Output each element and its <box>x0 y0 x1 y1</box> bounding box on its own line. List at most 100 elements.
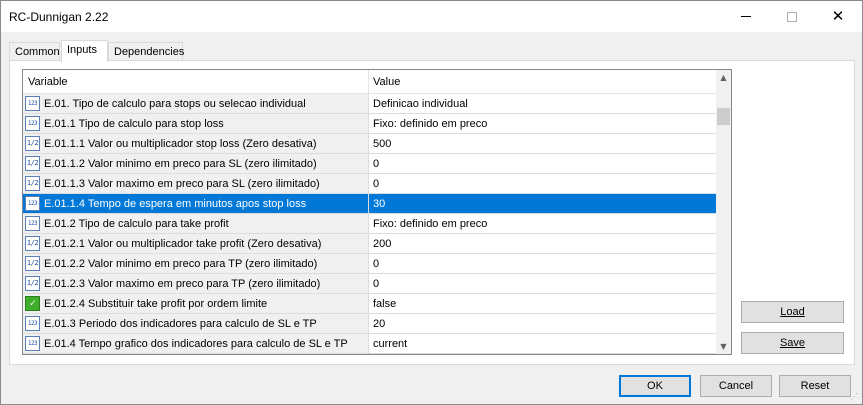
value-cell[interactable]: 0 <box>369 154 716 173</box>
variable-value[interactable]: 0 <box>373 278 379 290</box>
value-cell[interactable]: false <box>369 294 716 313</box>
integer-type-icon: 123 <box>25 216 40 231</box>
scroll-down-arrow-icon[interactable]: ▼ <box>716 339 731 354</box>
variable-cell[interactable]: 1/2 E.01.2.3 Valor maximo em preco para T… <box>23 274 369 293</box>
table-row[interactable]: 123 E.01.3 Periodo dos indicadores para c… <box>23 314 716 334</box>
column-header-variable[interactable]: Variable <box>28 76 68 88</box>
value-cell[interactable]: 30 <box>369 194 716 213</box>
variable-cell[interactable]: 123 E.01. Tipo de calculo para stops ou s… <box>23 94 369 113</box>
value-cell[interactable]: 200 <box>369 234 716 253</box>
column-header-value[interactable]: Value <box>373 76 400 88</box>
grid-header: Variable Value <box>23 70 716 94</box>
variable-value[interactable]: 0 <box>373 178 379 190</box>
table-row[interactable]: 123 E.01. Tipo de calculo para stops ou s… <box>23 94 716 114</box>
double-type-icon: 1/2 <box>25 156 40 171</box>
load-button-label: Load <box>780 306 805 318</box>
variable-cell[interactable]: 123 E.01.3 Periodo dos indicadores para c… <box>23 314 369 333</box>
cancel-button[interactable]: Cancel <box>700 375 772 397</box>
variable-value[interactable]: 200 <box>373 238 391 250</box>
variable-value[interactable]: 0 <box>373 158 379 170</box>
variable-value[interactable]: current <box>373 338 407 350</box>
table-row[interactable]: 1/2 E.01.1.1 Valor ou multiplicador stop … <box>23 134 716 154</box>
table-row[interactable]: 123 E.01.2 Tipo de calculo para take prof… <box>23 214 716 234</box>
close-button[interactable]: ✕ <box>815 1 861 32</box>
variable-cell[interactable]: 1/2 E.01.1.3 Valor maximo em preco para S… <box>23 174 369 193</box>
variable-cell[interactable]: ✓ E.01.2.4 Substituir take profit por ord… <box>23 294 369 313</box>
dialog-window: RC-Dunnigan 2.22 ✕ Common Inputs Depende… <box>0 0 863 405</box>
tab-common[interactable]: Common <box>9 42 60 61</box>
table-row[interactable]: 1/2 E.01.2.3 Valor maximo em preco para T… <box>23 274 716 294</box>
variable-name: E.01.2.4 Substituir take profit por orde… <box>44 298 268 310</box>
variable-cell[interactable]: 123 E.01.4 Tempo grafico dos indicadores … <box>23 334 369 353</box>
integer-type-icon: 123 <box>25 336 40 351</box>
table-row[interactable]: 123 E.01.1.4 Tempo de espera em minutos a… <box>23 194 716 214</box>
value-cell[interactable]: 20 <box>369 314 716 333</box>
variable-name: E.01.1.3 Valor maximo em preco para SL (… <box>44 178 320 190</box>
minimize-icon <box>741 16 751 17</box>
boolean-type-icon: ✓ <box>25 296 40 311</box>
variable-name: E.01.2.3 Valor maximo em preco para TP (… <box>44 278 321 290</box>
integer-type-icon: 123 <box>25 96 40 111</box>
resize-grip-icon[interactable]: ⋰ <box>850 392 861 403</box>
value-cell[interactable]: current <box>369 334 716 353</box>
ok-button[interactable]: OK <box>619 375 691 397</box>
save-button[interactable]: Save <box>741 332 844 354</box>
value-cell[interactable]: Fixo: definido em preco <box>369 214 716 233</box>
vertical-scrollbar[interactable]: ▲ ▼ <box>716 70 731 354</box>
value-cell[interactable]: 500 <box>369 134 716 153</box>
variable-cell[interactable]: 1/2 E.01.1.1 Valor ou multiplicador stop … <box>23 134 369 153</box>
scroll-thumb[interactable] <box>717 108 730 125</box>
variable-value[interactable]: Fixo: definido em preco <box>373 218 487 230</box>
inputs-grid: Variable Value 123 E.01. Tipo de calculo … <box>22 69 732 355</box>
table-row[interactable]: 1/2 E.01.2.1 Valor ou multiplicador take … <box>23 234 716 254</box>
maximize-icon <box>787 11 797 22</box>
variable-cell[interactable]: 123 E.01.2 Tipo de calculo para take prof… <box>23 214 369 233</box>
variable-name: E.01.1 Tipo de calculo para stop loss <box>44 118 224 130</box>
variable-value[interactable]: 500 <box>373 138 391 150</box>
variable-name: E.01. Tipo de calculo para stops ou sele… <box>44 98 306 110</box>
double-type-icon: 1/2 <box>25 256 40 271</box>
variable-name: E.01.3 Periodo dos indicadores para calc… <box>44 318 317 330</box>
variable-cell[interactable]: 1/2 E.01.1.2 Valor minimo em preco para S… <box>23 154 369 173</box>
value-cell[interactable]: Fixo: definido em preco <box>369 114 716 133</box>
table-row[interactable]: 1/2 E.01.2.2 Valor minimo em preco para T… <box>23 254 716 274</box>
variable-cell[interactable]: 1/2 E.01.2.2 Valor minimo em preco para T… <box>23 254 369 273</box>
table-row[interactable]: 123 E.01.1 Tipo de calculo para stop loss… <box>23 114 716 134</box>
variable-name: E.01.2.2 Valor minimo em preco para TP (… <box>44 258 318 270</box>
table-row[interactable]: 1/2 E.01.1.3 Valor maximo em preco para S… <box>23 174 716 194</box>
value-cell[interactable]: 0 <box>369 274 716 293</box>
variable-cell[interactable]: 1/2 E.01.2.1 Valor ou multiplicador take … <box>23 234 369 253</box>
value-cell[interactable]: 0 <box>369 254 716 273</box>
tab-inputs[interactable]: Inputs <box>61 40 108 62</box>
variable-value[interactable]: 0 <box>373 258 379 270</box>
save-button-label: Save <box>779 337 806 349</box>
double-type-icon: 1/2 <box>25 236 40 251</box>
integer-type-icon: 123 <box>25 116 40 131</box>
scroll-up-arrow-icon[interactable]: ▲ <box>716 70 731 85</box>
variable-cell[interactable]: 123 E.01.1.4 Tempo de espera em minutos a… <box>23 194 369 213</box>
minimize-button[interactable] <box>723 1 769 32</box>
table-row[interactable]: 1/2 E.01.1.2 Valor minimo em preco para S… <box>23 154 716 174</box>
tab-dependencies[interactable]: Dependencies <box>108 42 184 61</box>
table-row[interactable]: 123 E.01.4 Tempo grafico dos indicadores … <box>23 334 716 354</box>
table-row[interactable]: ✓ E.01.2.4 Substituir take profit por ord… <box>23 294 716 314</box>
inputs-tab-panel: Variable Value 123 E.01. Tipo de calculo … <box>9 60 855 365</box>
reset-button[interactable]: Reset <box>779 375 851 397</box>
variable-value[interactable]: 30 <box>373 198 385 210</box>
value-cell[interactable]: 0 <box>369 174 716 193</box>
value-cell[interactable]: Definicao individual <box>369 94 716 113</box>
double-type-icon: 1/2 <box>25 276 40 291</box>
variable-value[interactable]: Definicao individual <box>373 98 468 110</box>
load-button[interactable]: Load <box>741 301 844 323</box>
variable-cell[interactable]: 123 E.01.1 Tipo de calculo para stop loss <box>23 114 369 133</box>
variable-value[interactable]: Fixo: definido em preco <box>373 118 487 130</box>
variable-name: E.01.2 Tipo de calculo para take profit <box>44 218 229 230</box>
variable-name: E.01.1.1 Valor ou multiplicador stop los… <box>44 138 317 150</box>
integer-type-icon: 123 <box>25 196 40 211</box>
variable-value[interactable]: false <box>373 298 396 310</box>
double-type-icon: 1/2 <box>25 176 40 191</box>
variable-value[interactable]: 20 <box>373 318 385 330</box>
integer-type-icon: 123 <box>25 316 40 331</box>
column-separator[interactable] <box>368 70 369 94</box>
maximize-button <box>769 1 815 32</box>
